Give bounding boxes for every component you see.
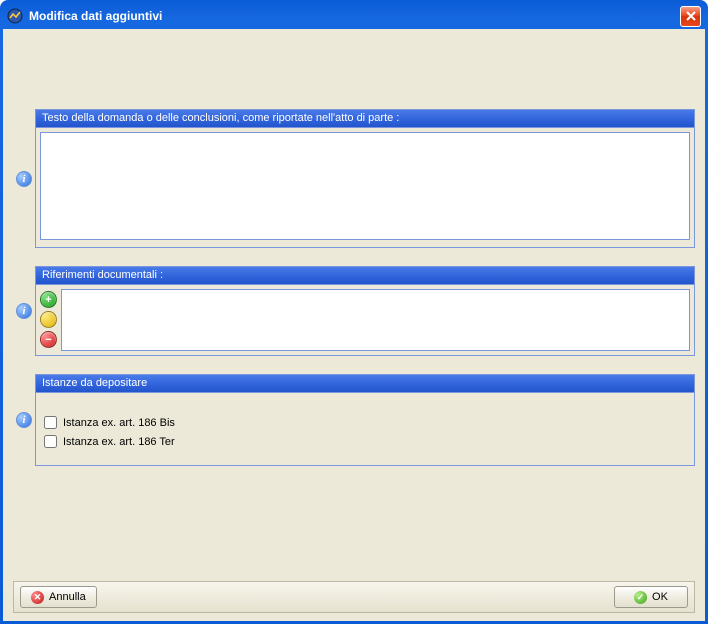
window-frame: Modifica dati aggiuntivi i Testo della d… xyxy=(0,0,708,624)
app-icon xyxy=(7,8,23,24)
row-istanze: i Istanze da depositare Istanza ex. art.… xyxy=(13,374,695,466)
client-area: i Testo della domanda o delle conclusion… xyxy=(3,29,705,621)
info-icon[interactable]: i xyxy=(16,412,32,428)
ok-button[interactable]: ✓ OK xyxy=(614,586,688,608)
edit-doc-button[interactable] xyxy=(40,311,57,328)
cancel-icon: ✕ xyxy=(31,591,44,604)
section-istanze: Istanze da depositare Istanza ex. art. 1… xyxy=(35,374,695,466)
ok-icon: ✓ xyxy=(634,591,647,604)
titlebar: Modifica dati aggiuntivi xyxy=(3,3,705,29)
istanza-checkbox-row[interactable]: Istanza ex. art. 186 Bis xyxy=(44,413,686,432)
cancel-button-label: Annulla xyxy=(49,591,86,603)
doc-button-col: + − xyxy=(40,289,57,351)
istanza-186ter-label: Istanza ex. art. 186 Ter xyxy=(63,436,175,448)
section-testo: Testo della domanda o delle conclusioni,… xyxy=(35,109,695,248)
close-button[interactable] xyxy=(680,6,701,27)
istanza-186bis-label: Istanza ex. art. 186 Bis xyxy=(63,417,175,429)
istanza-186bis-checkbox[interactable] xyxy=(44,416,57,429)
section-testo-header: Testo della domanda o delle conclusioni,… xyxy=(36,110,694,128)
info-icon[interactable]: i xyxy=(16,171,32,187)
ok-button-label: OK xyxy=(652,591,668,603)
row-riferimenti: i Riferimenti documentali : + − xyxy=(13,266,695,356)
remove-doc-button[interactable]: − xyxy=(40,331,57,348)
section-riferimenti-header: Riferimenti documentali : xyxy=(36,267,694,285)
info-icon[interactable]: i xyxy=(16,303,32,319)
doc-list[interactable] xyxy=(61,289,690,351)
istanza-186ter-checkbox[interactable] xyxy=(44,435,57,448)
button-bar: ✕ Annulla ✓ OK xyxy=(13,581,695,613)
section-istanze-header: Istanze da depositare xyxy=(36,375,694,393)
testo-textarea[interactable] xyxy=(40,132,690,240)
row-testo: i Testo della domanda o delle conclusion… xyxy=(13,109,695,248)
add-doc-button[interactable]: + xyxy=(40,291,57,308)
cancel-button[interactable]: ✕ Annulla xyxy=(20,586,97,608)
istanza-checkbox-row[interactable]: Istanza ex. art. 186 Ter xyxy=(44,432,686,451)
window-title: Modifica dati aggiuntivi xyxy=(29,9,680,23)
section-riferimenti: Riferimenti documentali : + − xyxy=(35,266,695,356)
